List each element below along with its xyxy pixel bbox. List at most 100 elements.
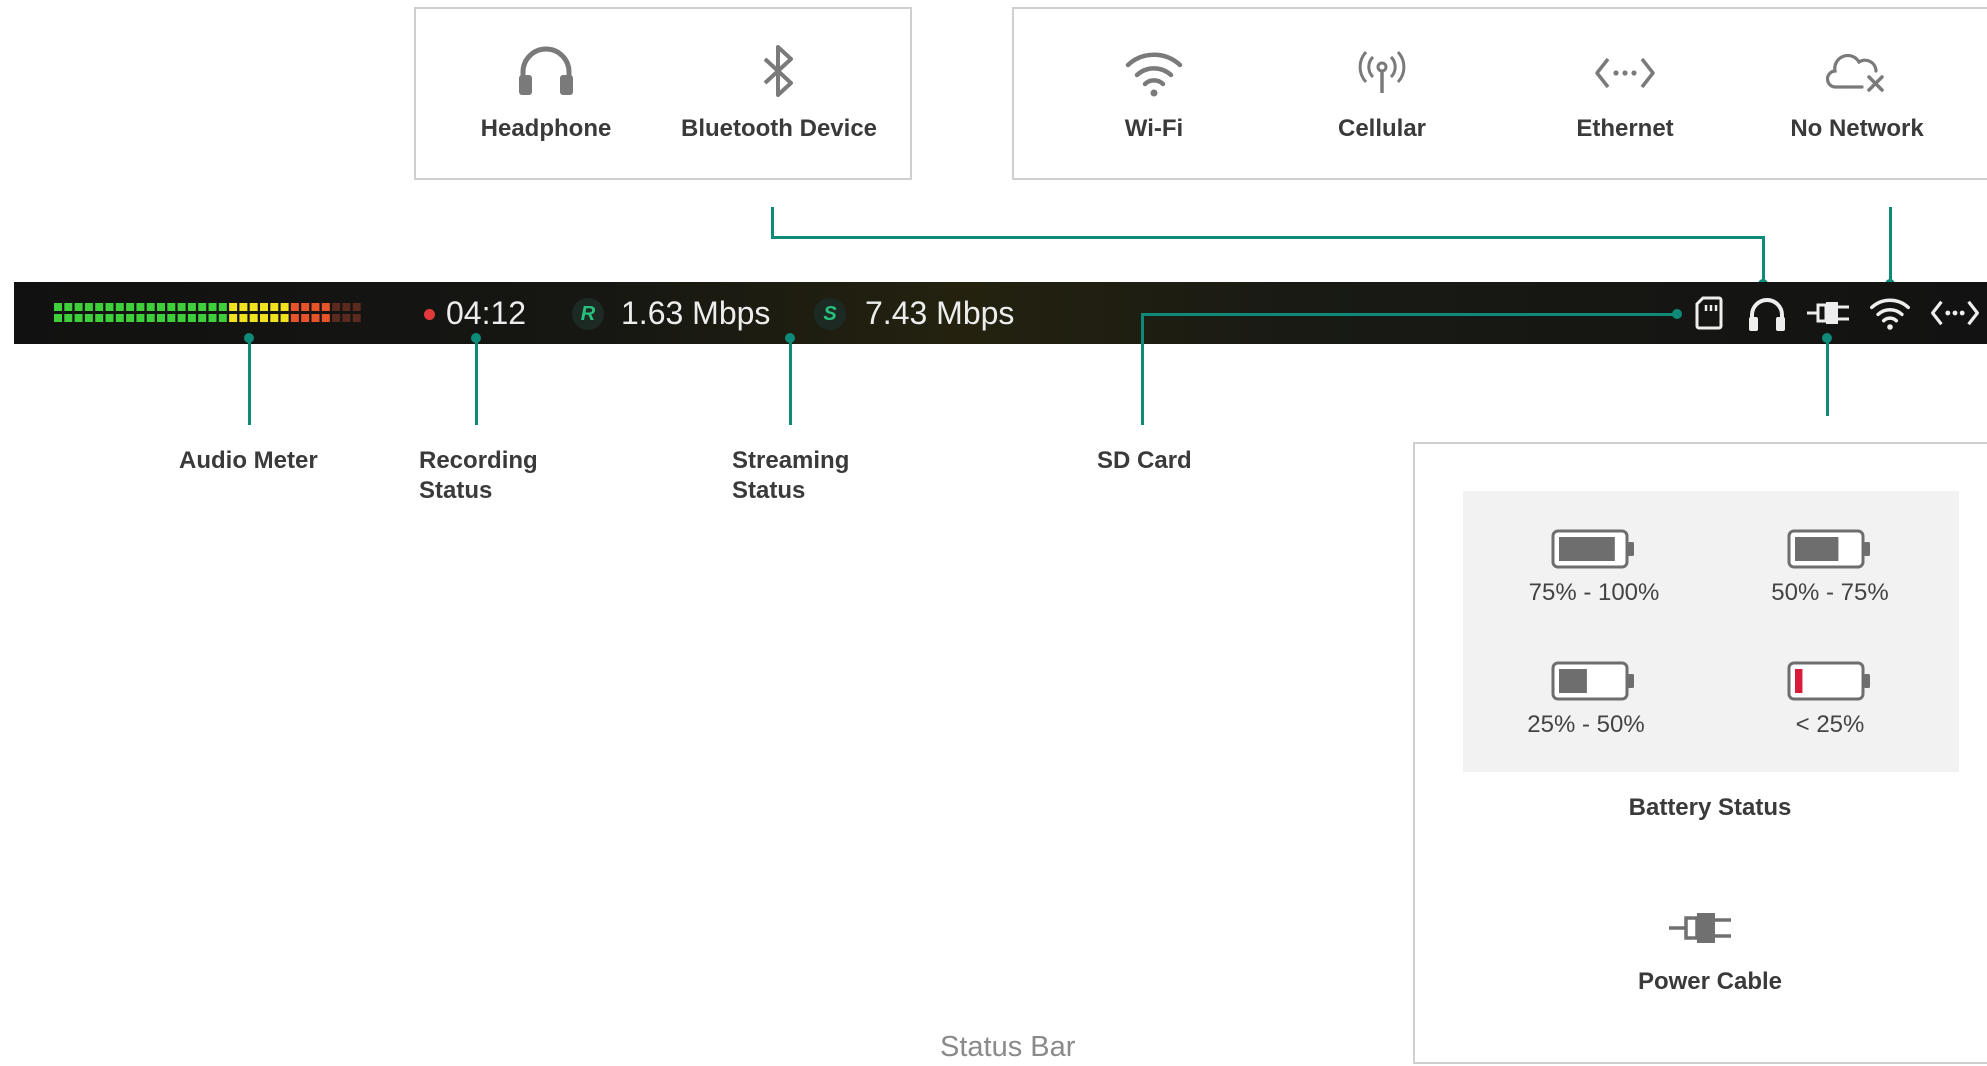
audio-meter-segment [208,314,217,322]
sd-card-icon[interactable] [1695,296,1723,330]
audio-meter-segment [311,303,320,311]
sd-card-label: SD Card [1097,447,1192,474]
audio-meter-segment [352,314,361,322]
audio-meter-segment [157,303,165,311]
battery-medium-low-icon [1551,661,1634,701]
streaming-status-label-line2: Status [732,477,806,504]
battery-tip [1628,674,1634,688]
audio-meter-segment [352,303,361,311]
audio-meter-segment [95,314,104,322]
legend-no-network: No Network [1767,49,1947,143]
audio-meter-segment [332,314,341,322]
audio-meter-segment [260,314,268,322]
battery-full-icon [1551,529,1634,569]
legend-ethernet: Ethernet [1550,49,1700,143]
legend-bluetooth: Bluetooth Device [664,45,894,143]
battery-tip [1864,542,1870,556]
power-plug-icon[interactable] [1806,298,1852,328]
audio-meter-segment [301,314,310,322]
audio-meter-segment [64,314,73,322]
audio-meter-segment [280,303,289,311]
diagram-caption: Status Bar [940,1031,1076,1063]
connector-bluetooth-h [771,236,1765,239]
audio-meter-segment [270,314,279,322]
audio-meter-segment [84,303,93,311]
connector-sdcard-dot [1672,309,1682,319]
audio-meter-segment [54,303,62,311]
audio-meter-segment [177,314,186,322]
audio-meter-segment [260,303,268,311]
connector-power-v [1826,338,1829,416]
no-network-label: No Network [1790,115,1924,142]
audio-meter-segment [280,314,289,322]
headphone-icon[interactable] [1747,296,1787,332]
connector-bluetooth-v [771,207,774,239]
recording-time: 04:12 [446,295,527,331]
connector-sdcard-v [1141,313,1144,425]
battery-levels-panel: 75% - 100% 50% - 75% 25% - 50% < 25% [1463,491,1959,772]
audio-meter-segment [187,303,196,311]
audio-meter-segment [177,303,186,311]
audio-meter-segment [146,314,155,322]
audio-meter-segment [95,303,104,311]
audio-meter-segment [126,303,135,311]
audio-meter-segment [74,303,83,311]
audio-meter-segment [157,314,165,322]
audio-meter-segment [218,314,227,322]
wifi-icon [1125,52,1183,97]
audio-meter-segment [342,314,351,322]
ethernet-icon [1595,57,1655,89]
wifi-label: Wi-Fi [1124,115,1184,142]
audio-meter-segment [321,303,330,311]
ethernet-icon[interactable] [1930,297,1980,329]
cellular-icon [1358,50,1406,93]
wifi-icon[interactable] [1869,296,1911,330]
battery-level-label-1: 50% - 75% [1771,579,1889,606]
ethernet-label: Ethernet [1576,115,1674,142]
audio-meter-segment [115,303,124,311]
recording-status-label-line1: Recording [419,447,538,474]
battery-level-label-3: < 25% [1795,711,1865,738]
audio-meter-segment [301,303,310,311]
audio-meter-segment [198,314,207,322]
audio-meter-segment [115,314,124,322]
headphone-icon [519,46,573,95]
audio-meter-segment [208,303,217,311]
audio-meter-segment [249,303,258,311]
audio-meter-segment [249,314,258,322]
battery-level-label-2: 25% - 50% [1527,711,1645,738]
audio-meter [54,303,361,322]
audio-meter-label: Audio Meter [179,447,318,474]
connector-wifi-v [1889,207,1892,284]
bluetooth-icon [763,45,793,97]
cellular-label: Cellular [1337,115,1427,142]
status-bar: 04:12 R 1.63 Mbps S 7.43 Mbps [14,282,1987,344]
audio-meter-segment [198,303,207,311]
connector-sdcard-h [1141,313,1676,316]
battery-fill [1559,537,1615,561]
audio-meter-segment [54,314,62,322]
battery-fill [1795,669,1803,693]
connector-streaming-v [789,338,792,425]
audio-meter-segment [342,303,351,311]
audio-meter-segment [239,303,248,311]
battery-medium-high-icon [1787,529,1870,569]
audio-meter-segment [167,303,176,311]
audio-meter-segment [74,314,83,322]
headphone-label: Headphone [480,115,612,142]
legend-cellular: Cellular [1312,49,1452,143]
audio-meter-segment [146,303,155,311]
audio-meter-segment [321,314,330,322]
connector-audio-meter-v [248,338,251,425]
streaming-status-label-line1: Streaming [732,447,850,474]
bluetooth-label: Bluetooth Device [680,115,878,142]
battery-low-icon [1787,661,1870,701]
audio-devices-panel: Headphone Bluetooth Device [414,7,912,180]
power-cable-label: Power Cable [1637,968,1783,995]
battery-level-label-0: 75% - 100% [1528,579,1660,606]
legend-headphone: Headphone [456,45,636,143]
network-types-panel: Wi-Fi Cellular Ethernet No Network [1012,7,1987,180]
audio-meter-segment [136,314,145,322]
audio-meter-segment [229,303,238,311]
audio-meter-segment [187,314,196,322]
